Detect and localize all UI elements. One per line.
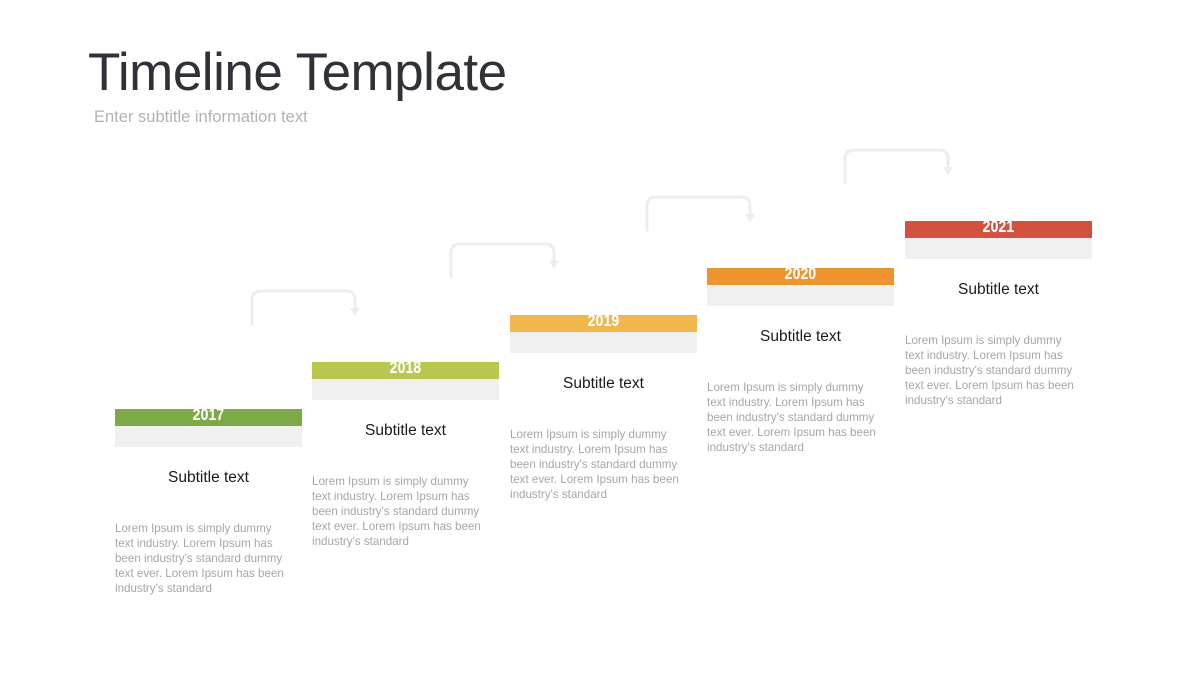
timeline-card-2018[interactable]: 2018 Subtitle text Lorem Ipsum is simply d… [312, 358, 499, 550]
timeline-card-2017[interactable]: 2017 Subtitle text Lorem Ipsum is simply d… [115, 405, 302, 597]
timeline-body-2020: Lorem Ipsum is simply dummy text industr… [707, 380, 876, 455]
timeline-body-2021: Lorem Ipsum is simply dummy text industr… [905, 333, 1074, 408]
timeline-year-bar-2017: 2017 [115, 405, 302, 426]
page-subtitle: Enter subtitle information text [94, 108, 308, 126]
timeline-body-2018: Lorem Ipsum is simply dummy text industr… [312, 474, 481, 549]
timeline-year-label-2020: 2020 [784, 264, 817, 283]
timeline-year-label-2018: 2018 [389, 358, 422, 377]
slide-canvas: Timeline Template Enter subtitle informa… [0, 0, 1200, 680]
timeline-image-placeholder-2020 [707, 285, 894, 306]
timeline-subtitle-2021: Subtitle text [958, 281, 1039, 298]
timeline-year-bar-2019: 2019 [510, 311, 697, 332]
timeline-card-2020[interactable]: 2020 Subtitle text Lorem Ipsum is simply d… [707, 264, 894, 456]
timeline-subtitle-2020: Subtitle text [760, 328, 841, 345]
timeline-card-2019[interactable]: 2019 Subtitle text Lorem Ipsum is simply d… [510, 311, 697, 503]
timeline-year-label-2021: 2021 [982, 217, 1015, 236]
timeline-subtitle-2018: Subtitle text [365, 422, 446, 439]
connector-2018-2019 [449, 241, 559, 281]
timeline-subtitle-2019: Subtitle text [563, 375, 644, 392]
connector-2019-2020 [645, 194, 755, 234]
timeline-image-placeholder-2017 [115, 426, 302, 447]
timeline-year-bar-2020: 2020 [707, 264, 894, 285]
timeline-body-2017: Lorem Ipsum is simply dummy text industr… [115, 521, 284, 596]
timeline-year-bar-2018: 2018 [312, 358, 499, 379]
timeline-image-placeholder-2021 [905, 238, 1092, 259]
timeline-year-label-2017: 2017 [192, 405, 225, 424]
timeline-image-placeholder-2018 [312, 379, 499, 400]
connector-2017-2018 [250, 288, 360, 328]
timeline-subtitle-2017: Subtitle text [168, 469, 249, 486]
timeline-image-placeholder-2019 [510, 332, 697, 353]
timeline-card-2021[interactable]: 2021 Subtitle text Lorem Ipsum is simply d… [905, 217, 1092, 409]
connector-2020-2021 [843, 147, 953, 187]
page-title: Timeline Template [88, 43, 507, 102]
timeline-year-bar-2021: 2021 [905, 217, 1092, 238]
timeline-year-label-2019: 2019 [587, 311, 620, 330]
timeline-body-2019: Lorem Ipsum is simply dummy text industr… [510, 427, 679, 502]
